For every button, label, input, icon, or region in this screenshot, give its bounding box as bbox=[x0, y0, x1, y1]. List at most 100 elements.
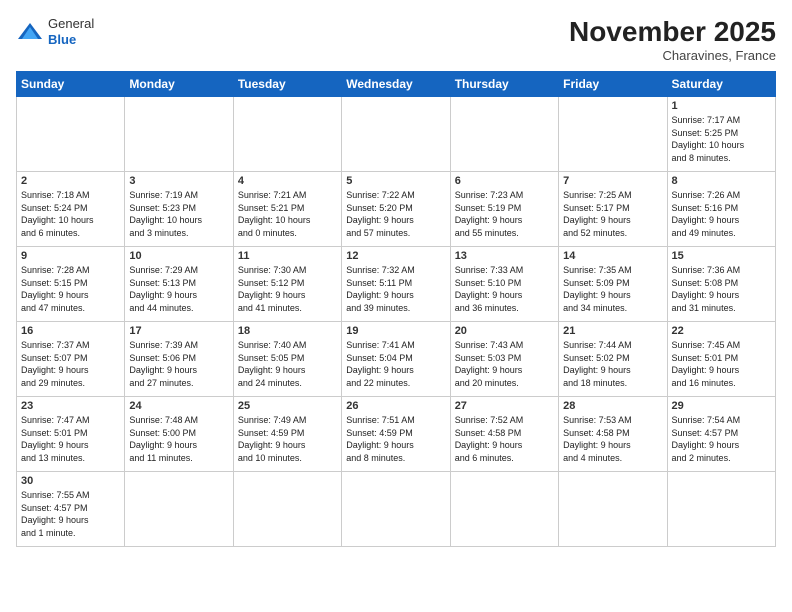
day-number: 30 bbox=[21, 475, 120, 487]
day-number: 8 bbox=[672, 175, 771, 187]
calendar-cell: 21Sunrise: 7:44 AM Sunset: 5:02 PM Dayli… bbox=[559, 322, 667, 397]
calendar-cell bbox=[233, 472, 341, 547]
day-info: Sunrise: 7:49 AM Sunset: 4:59 PM Dayligh… bbox=[238, 414, 337, 464]
day-of-week-header: Monday bbox=[125, 72, 233, 97]
calendar-header-row: SundayMondayTuesdayWednesdayThursdayFrid… bbox=[17, 72, 776, 97]
calendar-cell bbox=[342, 97, 450, 172]
day-info: Sunrise: 7:23 AM Sunset: 5:19 PM Dayligh… bbox=[455, 189, 554, 239]
calendar-cell bbox=[667, 472, 775, 547]
calendar-cell: 9 Sunrise: 7:28 AM Sunset: 5:15 PM Daylig… bbox=[17, 247, 125, 322]
calendar-cell: 7 Sunrise: 7:25 AM Sunset: 5:17 PM Daylig… bbox=[559, 172, 667, 247]
calendar-cell: 2Sunrise: 7:18 AM Sunset: 5:24 PM Daylig… bbox=[17, 172, 125, 247]
calendar-cell bbox=[559, 97, 667, 172]
day-info: Sunrise: 7:28 AM Sunset: 5:15 PM Dayligh… bbox=[21, 264, 120, 314]
day-info: Sunrise: 7:45 AM Sunset: 5:01 PM Dayligh… bbox=[672, 339, 771, 389]
day-number: 22 bbox=[672, 325, 771, 337]
day-number: 28 bbox=[563, 400, 662, 412]
calendar-cell: 14 Sunrise: 7:35 AM Sunset: 5:09 PM Dayli… bbox=[559, 247, 667, 322]
calendar-cell: 24Sunrise: 7:48 AM Sunset: 5:00 PM Dayli… bbox=[125, 397, 233, 472]
calendar-cell bbox=[450, 97, 558, 172]
calendar-cell bbox=[125, 472, 233, 547]
calendar-cell: 11 Sunrise: 7:30 AM Sunset: 5:12 PM Dayli… bbox=[233, 247, 341, 322]
day-of-week-header: Friday bbox=[559, 72, 667, 97]
calendar-week-row: 16Sunrise: 7:37 AM Sunset: 5:07 PM Dayli… bbox=[17, 322, 776, 397]
day-number: 10 bbox=[129, 250, 228, 262]
page-header: General Blue November 2025 Charavines, F… bbox=[16, 16, 776, 63]
day-info: Sunrise: 7:40 AM Sunset: 5:05 PM Dayligh… bbox=[238, 339, 337, 389]
day-number: 3 bbox=[129, 175, 228, 187]
calendar-cell: 23Sunrise: 7:47 AM Sunset: 5:01 PM Dayli… bbox=[17, 397, 125, 472]
day-number: 14 bbox=[563, 250, 662, 262]
day-info: Sunrise: 7:48 AM Sunset: 5:00 PM Dayligh… bbox=[129, 414, 228, 464]
calendar-week-row: 30 Sunrise: 7:55 AM Sunset: 4:57 PM Dayli… bbox=[17, 472, 776, 547]
calendar-cell: 12 Sunrise: 7:32 AM Sunset: 5:11 PM Dayli… bbox=[342, 247, 450, 322]
day-info: Sunrise: 7:17 AM Sunset: 5:25 PM Dayligh… bbox=[672, 114, 771, 164]
day-info: Sunrise: 7:32 AM Sunset: 5:11 PM Dayligh… bbox=[346, 264, 445, 314]
day-number: 26 bbox=[346, 400, 445, 412]
calendar-cell: 27 Sunrise: 7:52 AM Sunset: 4:58 PM Dayli… bbox=[450, 397, 558, 472]
day-info: Sunrise: 7:30 AM Sunset: 5:12 PM Dayligh… bbox=[238, 264, 337, 314]
calendar-cell: 28 Sunrise: 7:53 AM Sunset: 4:58 PM Dayli… bbox=[559, 397, 667, 472]
day-number: 4 bbox=[238, 175, 337, 187]
day-number: 29 bbox=[672, 400, 771, 412]
title-section: November 2025 Charavines, France bbox=[569, 16, 776, 63]
logo-icon bbox=[16, 21, 44, 43]
day-of-week-header: Thursday bbox=[450, 72, 558, 97]
location-subtitle: Charavines, France bbox=[569, 48, 776, 63]
day-info: Sunrise: 7:55 AM Sunset: 4:57 PM Dayligh… bbox=[21, 489, 120, 539]
calendar-cell: 15Sunrise: 7:36 AM Sunset: 5:08 PM Dayli… bbox=[667, 247, 775, 322]
calendar-cell: 17Sunrise: 7:39 AM Sunset: 5:06 PM Dayli… bbox=[125, 322, 233, 397]
day-of-week-header: Saturday bbox=[667, 72, 775, 97]
day-number: 13 bbox=[455, 250, 554, 262]
calendar-cell: 29 Sunrise: 7:54 AM Sunset: 4:57 PM Dayli… bbox=[667, 397, 775, 472]
calendar-cell: 16Sunrise: 7:37 AM Sunset: 5:07 PM Dayli… bbox=[17, 322, 125, 397]
day-info: Sunrise: 7:39 AM Sunset: 5:06 PM Dayligh… bbox=[129, 339, 228, 389]
calendar-cell: 22 Sunrise: 7:45 AM Sunset: 5:01 PM Dayli… bbox=[667, 322, 775, 397]
calendar-cell: 8 Sunrise: 7:26 AM Sunset: 5:16 PM Daylig… bbox=[667, 172, 775, 247]
calendar-cell: 3 Sunrise: 7:19 AM Sunset: 5:23 PM Daylig… bbox=[125, 172, 233, 247]
calendar-week-row: 9 Sunrise: 7:28 AM Sunset: 5:15 PM Daylig… bbox=[17, 247, 776, 322]
day-info: Sunrise: 7:22 AM Sunset: 5:20 PM Dayligh… bbox=[346, 189, 445, 239]
logo-text: General Blue bbox=[48, 16, 94, 47]
day-info: Sunrise: 7:36 AM Sunset: 5:08 PM Dayligh… bbox=[672, 264, 771, 314]
day-number: 2 bbox=[21, 175, 120, 187]
day-info: Sunrise: 7:52 AM Sunset: 4:58 PM Dayligh… bbox=[455, 414, 554, 464]
calendar-cell: 19Sunrise: 7:41 AM Sunset: 5:04 PM Dayli… bbox=[342, 322, 450, 397]
day-number: 12 bbox=[346, 250, 445, 262]
logo: General Blue bbox=[16, 16, 94, 47]
day-info: Sunrise: 7:43 AM Sunset: 5:03 PM Dayligh… bbox=[455, 339, 554, 389]
day-number: 7 bbox=[563, 175, 662, 187]
day-info: Sunrise: 7:44 AM Sunset: 5:02 PM Dayligh… bbox=[563, 339, 662, 389]
calendar-cell: 10 Sunrise: 7:29 AM Sunset: 5:13 PM Dayli… bbox=[125, 247, 233, 322]
day-number: 5 bbox=[346, 175, 445, 187]
day-info: Sunrise: 7:33 AM Sunset: 5:10 PM Dayligh… bbox=[455, 264, 554, 314]
day-number: 11 bbox=[238, 250, 337, 262]
calendar-cell: 25Sunrise: 7:49 AM Sunset: 4:59 PM Dayli… bbox=[233, 397, 341, 472]
calendar-table: SundayMondayTuesdayWednesdayThursdayFrid… bbox=[16, 71, 776, 547]
month-title: November 2025 bbox=[569, 16, 776, 48]
day-of-week-header: Tuesday bbox=[233, 72, 341, 97]
day-info: Sunrise: 7:19 AM Sunset: 5:23 PM Dayligh… bbox=[129, 189, 228, 239]
day-of-week-header: Wednesday bbox=[342, 72, 450, 97]
calendar-week-row: 23Sunrise: 7:47 AM Sunset: 5:01 PM Dayli… bbox=[17, 397, 776, 472]
day-info: Sunrise: 7:53 AM Sunset: 4:58 PM Dayligh… bbox=[563, 414, 662, 464]
day-number: 6 bbox=[455, 175, 554, 187]
calendar-cell: 4Sunrise: 7:21 AM Sunset: 5:21 PM Daylig… bbox=[233, 172, 341, 247]
day-info: Sunrise: 7:25 AM Sunset: 5:17 PM Dayligh… bbox=[563, 189, 662, 239]
calendar-cell: 18 Sunrise: 7:40 AM Sunset: 5:05 PM Dayli… bbox=[233, 322, 341, 397]
day-info: Sunrise: 7:35 AM Sunset: 5:09 PM Dayligh… bbox=[563, 264, 662, 314]
calendar-cell: 13 Sunrise: 7:33 AM Sunset: 5:10 PM Dayli… bbox=[450, 247, 558, 322]
day-number: 27 bbox=[455, 400, 554, 412]
day-number: 18 bbox=[238, 325, 337, 337]
day-info: Sunrise: 7:47 AM Sunset: 5:01 PM Dayligh… bbox=[21, 414, 120, 464]
day-number: 20 bbox=[455, 325, 554, 337]
day-info: Sunrise: 7:29 AM Sunset: 5:13 PM Dayligh… bbox=[129, 264, 228, 314]
calendar-cell bbox=[17, 97, 125, 172]
calendar-cell bbox=[233, 97, 341, 172]
calendar-cell: 6 Sunrise: 7:23 AM Sunset: 5:19 PM Daylig… bbox=[450, 172, 558, 247]
day-info: Sunrise: 7:54 AM Sunset: 4:57 PM Dayligh… bbox=[672, 414, 771, 464]
day-number: 9 bbox=[21, 250, 120, 262]
day-info: Sunrise: 7:26 AM Sunset: 5:16 PM Dayligh… bbox=[672, 189, 771, 239]
day-number: 1 bbox=[672, 100, 771, 112]
calendar-week-row: 2Sunrise: 7:18 AM Sunset: 5:24 PM Daylig… bbox=[17, 172, 776, 247]
